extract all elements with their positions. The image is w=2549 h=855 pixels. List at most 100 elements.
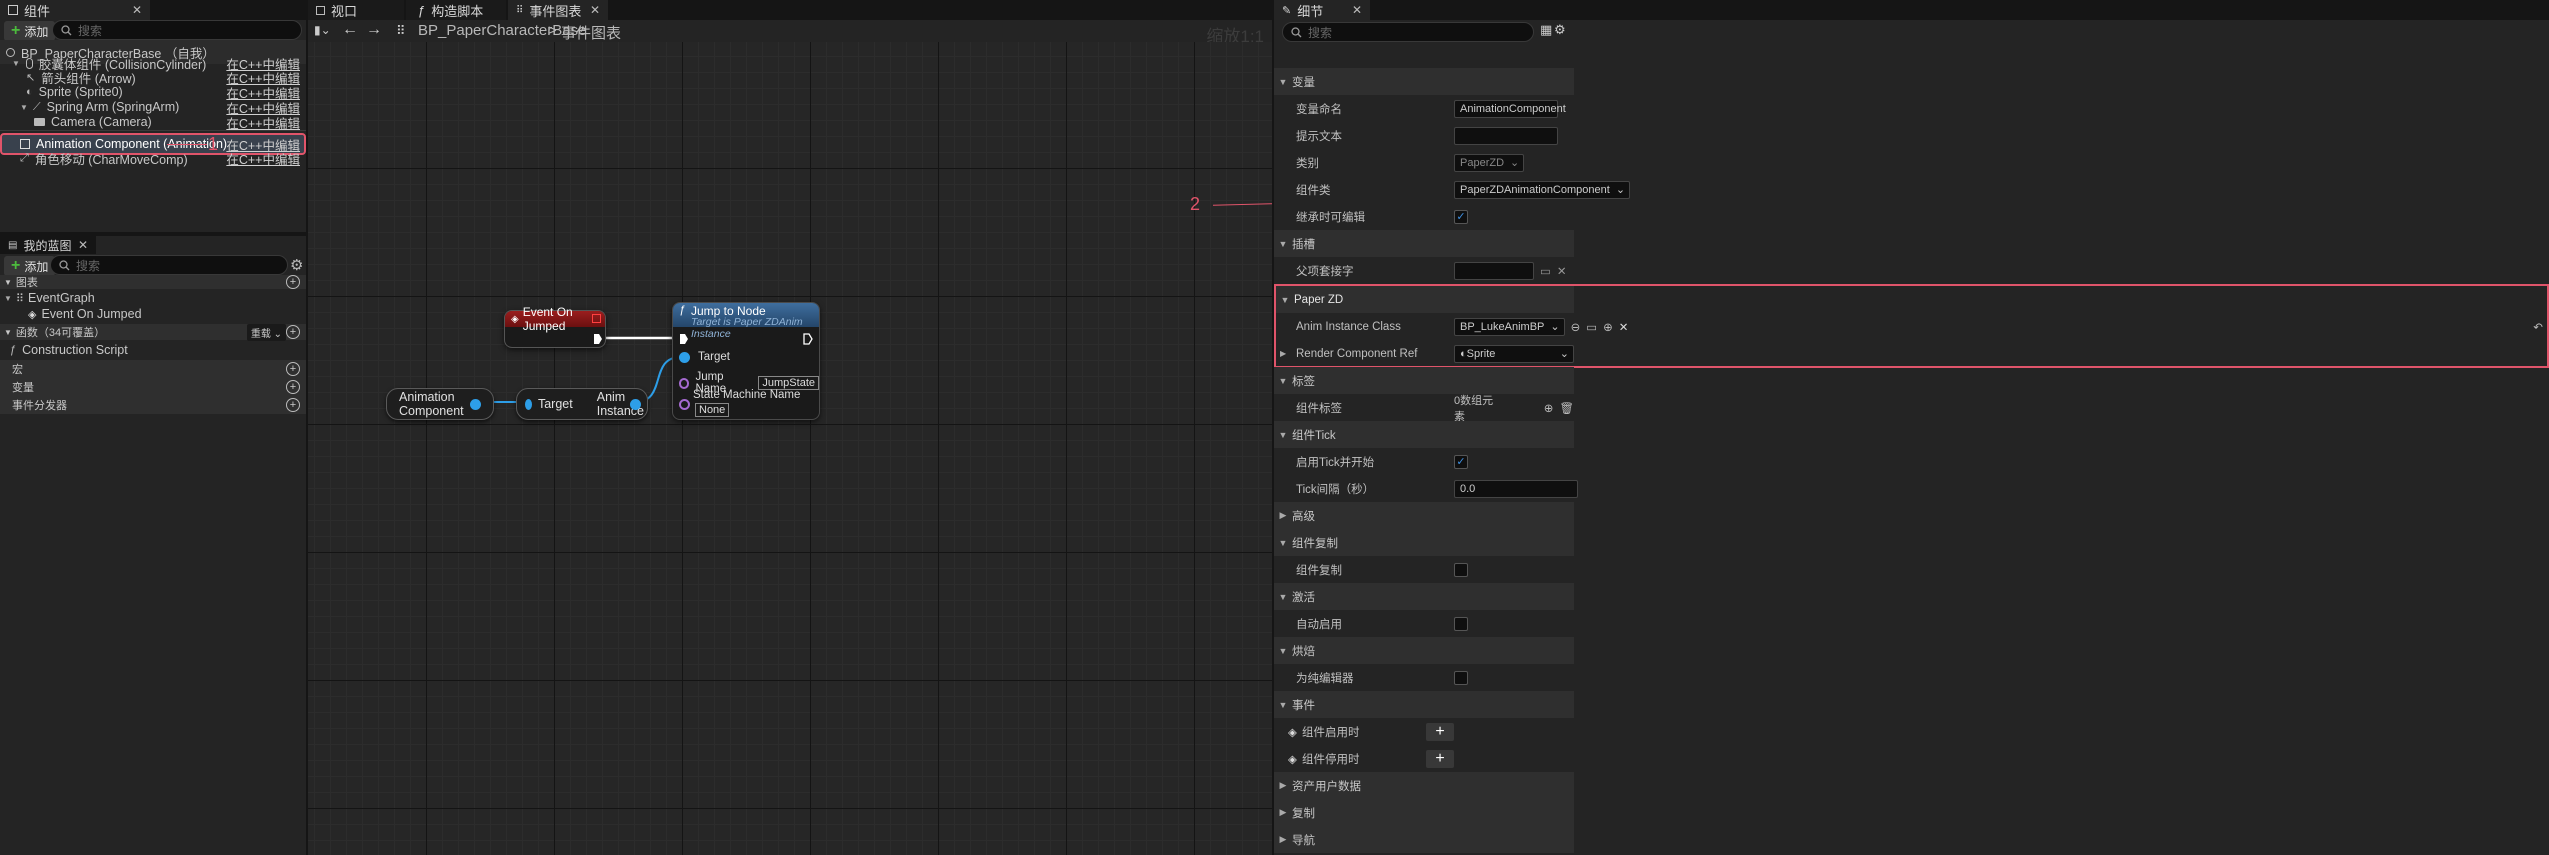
add-graph-icon[interactable]: + bbox=[286, 275, 300, 289]
function-icon: ƒ bbox=[418, 2, 426, 18]
event-on-jumped-node[interactable]: ◈ Event On Jumped bbox=[504, 305, 606, 348]
tick-start-checkbox[interactable]: ✓ bbox=[1454, 454, 1468, 469]
add-circle-icon[interactable]: ⊕ bbox=[1544, 401, 1554, 415]
render-component-ref-dropdown[interactable]: ◐Sprite ⌄ bbox=[1454, 344, 1574, 363]
blueprint-icon: ▤ bbox=[8, 239, 18, 251]
animation-component-output-pin[interactable] bbox=[470, 399, 481, 410]
editor-only-checkbox[interactable] bbox=[1454, 670, 1468, 685]
tab-details[interactable]: ✎ 细节 ✕ bbox=[1274, 0, 1370, 20]
variable-section[interactable]: ▼ 变量 bbox=[1274, 68, 1574, 95]
tab-viewport[interactable]: 视口 bbox=[308, 0, 404, 20]
editable-inherit-checkbox[interactable]: ✓ bbox=[1454, 209, 1468, 224]
get-anim-instance-node[interactable]: Target Anim Instance bbox=[516, 388, 648, 420]
macros-section-header[interactable]: 宏 + bbox=[0, 360, 306, 378]
tooltip-field[interactable] bbox=[1454, 126, 1558, 145]
close-icon[interactable]: ✕ bbox=[78, 238, 88, 252]
edit-in-cpp-link[interactable]: 在C++中编辑 bbox=[226, 149, 300, 168]
auto-activate-checkbox[interactable] bbox=[1454, 616, 1468, 631]
jump-name-input-pin[interactable] bbox=[679, 377, 690, 389]
variables-section-header[interactable]: 变量 + bbox=[0, 378, 306, 396]
state-machine-input-pin[interactable] bbox=[679, 399, 690, 410]
expand-arrow-icon[interactable]: ▶ bbox=[1280, 349, 1286, 358]
anim-instance-output-pin[interactable] bbox=[630, 399, 641, 410]
exec-input-pin[interactable] bbox=[679, 333, 689, 345]
jump-to-node[interactable]: ƒ Jump to Node Target is Paper ZDAnim In… bbox=[672, 302, 820, 420]
asset-user-data-section[interactable]: ▶ 资产用户数据 bbox=[1274, 772, 1574, 799]
exec-output-pin[interactable] bbox=[593, 333, 603, 345]
add-component-button[interactable]: + 添加 bbox=[4, 21, 56, 41]
components-search-input[interactable]: 搜索 bbox=[52, 20, 302, 40]
add-on-deactivated-button[interactable]: + bbox=[1426, 749, 1454, 768]
add-variable-icon[interactable]: + bbox=[286, 380, 300, 394]
gear-icon[interactable]: ⚙ bbox=[1554, 22, 1566, 38]
advanced-section[interactable]: ▶ 高级 bbox=[1274, 502, 1574, 529]
expand-arrow-icon: ▶ bbox=[1279, 807, 1287, 817]
tick-start-row: 启用Tick并开始 ✓ bbox=[1274, 448, 1574, 475]
expand-arrow-icon: ▶ bbox=[1279, 510, 1287, 520]
close-icon[interactable]: ✕ bbox=[1352, 3, 1362, 17]
blueprint-search-input[interactable]: 搜索 bbox=[50, 255, 288, 275]
cook-section[interactable]: ▼ 烘焙 bbox=[1274, 637, 1574, 664]
breadcrumb-separator: > bbox=[548, 22, 557, 39]
reset-arrow-icon[interactable]: ↶ bbox=[2533, 320, 2543, 334]
plus-icon: + bbox=[11, 257, 21, 274]
construction-script-row[interactable]: ƒ Construction Script bbox=[0, 338, 128, 362]
replicate-section[interactable]: ▶ 复制 bbox=[1274, 799, 1574, 826]
add-on-activated-button[interactable]: + bbox=[1426, 722, 1454, 741]
graph-canvas[interactable]: ◈ Event On Jumped ƒ Jump to Node Target … bbox=[308, 42, 1273, 855]
target-pin-row[interactable]: Target bbox=[679, 351, 730, 363]
navigation-section[interactable]: ▶ 导航 bbox=[1274, 826, 1574, 853]
trash-icon[interactable]: 🗑 bbox=[1559, 401, 1574, 415]
dispatchers-section-header[interactable]: 事件分发器 + bbox=[0, 396, 306, 414]
tab-event-graph[interactable]: ⠿ 事件图表 ✕ bbox=[508, 0, 608, 20]
paperzd-section[interactable]: ▼ Paper ZD bbox=[1276, 286, 1574, 313]
add-function-icon[interactable]: + bbox=[286, 325, 300, 339]
bookmark-icon[interactable]: ▮⌄ bbox=[314, 23, 331, 37]
target-input-pin[interactable] bbox=[679, 351, 690, 363]
forward-arrow-icon[interactable]: → bbox=[366, 21, 382, 39]
add-blueprint-item-button[interactable]: + 添加 bbox=[4, 256, 56, 276]
folder-icon[interactable]: ▭ bbox=[1586, 320, 1597, 334]
override-dropdown[interactable]: 重载 ⌄ bbox=[246, 323, 286, 341]
activation-section[interactable]: ▼ 激活 bbox=[1274, 583, 1574, 610]
tick-section[interactable]: ▼ 组件Tick bbox=[1274, 421, 1574, 448]
component-class-dropdown[interactable]: PaperZDAnimationComponent ⌄ bbox=[1454, 180, 1631, 199]
details-search-input[interactable]: 搜索 bbox=[1282, 22, 1534, 42]
clear-icon[interactable]: ✕ bbox=[1557, 264, 1567, 278]
state-machine-field[interactable]: None bbox=[695, 403, 730, 417]
add-dispatcher-icon[interactable]: + bbox=[286, 398, 300, 412]
replication-section[interactable]: ▼ 组件复制 bbox=[1274, 529, 1574, 556]
tick-interval-field[interactable]: 0.0 bbox=[1454, 479, 1578, 498]
category-dropdown[interactable]: PaperZD ⌄ bbox=[1454, 153, 1525, 172]
component-row-charmove[interactable]: ⤢ 角色移动 (CharMoveComp) 在C++中编辑 bbox=[0, 146, 306, 170]
back-arrow-icon[interactable]: ← bbox=[342, 21, 358, 39]
tab-components[interactable]: 组件 ✕ bbox=[0, 0, 150, 20]
jump-name-field[interactable]: JumpState bbox=[758, 376, 819, 390]
tab-my-blueprint[interactable]: ▤ 我的蓝图 ✕ bbox=[0, 236, 96, 254]
add-macro-icon[interactable]: + bbox=[286, 362, 300, 376]
anim-instance-class-dropdown[interactable]: BP_LukeAnimBP ⌄ bbox=[1454, 317, 1565, 336]
gear-icon[interactable]: ⚙ bbox=[290, 256, 303, 274]
get-target-input-pin[interactable] bbox=[525, 398, 532, 410]
table-view-icon[interactable]: ▦ bbox=[1540, 22, 1552, 38]
parent-socket-field[interactable] bbox=[1454, 261, 1534, 280]
clear-icon[interactable]: ✕ bbox=[1619, 320, 1629, 334]
socket-section[interactable]: ▼ 插槽 bbox=[1274, 230, 1574, 257]
close-icon[interactable]: ✕ bbox=[132, 3, 142, 17]
back-arrow-icon[interactable]: ⊖ bbox=[1571, 320, 1581, 334]
close-icon[interactable]: ✕ bbox=[590, 3, 600, 17]
variable-name-field[interactable]: AnimationComponent bbox=[1454, 99, 1566, 118]
tab-construction-script[interactable]: ƒ 构造脚本 bbox=[406, 0, 506, 20]
event-on-jumped-row[interactable]: ◈ Event On Jumped bbox=[0, 302, 142, 326]
folder-icon[interactable]: ▭ bbox=[1540, 264, 1551, 278]
chevron-down-icon: ⌄ bbox=[1559, 348, 1569, 360]
replication-checkbox[interactable] bbox=[1454, 562, 1468, 577]
render-component-ref-value: Sprite bbox=[1466, 347, 1496, 360]
tags-section[interactable]: ▼ 标签 bbox=[1274, 367, 1574, 394]
edit-in-cpp-link[interactable]: 在C++中编辑 bbox=[226, 113, 300, 132]
add-circle-icon[interactable]: ⊕ bbox=[1603, 320, 1613, 334]
events-section[interactable]: ▼ 事件 bbox=[1274, 691, 1574, 718]
exec-output-pin[interactable] bbox=[803, 333, 813, 345]
animation-component-getter[interactable]: Animation Component bbox=[386, 388, 494, 420]
expand-arrow-icon: ▼ bbox=[1278, 76, 1288, 87]
